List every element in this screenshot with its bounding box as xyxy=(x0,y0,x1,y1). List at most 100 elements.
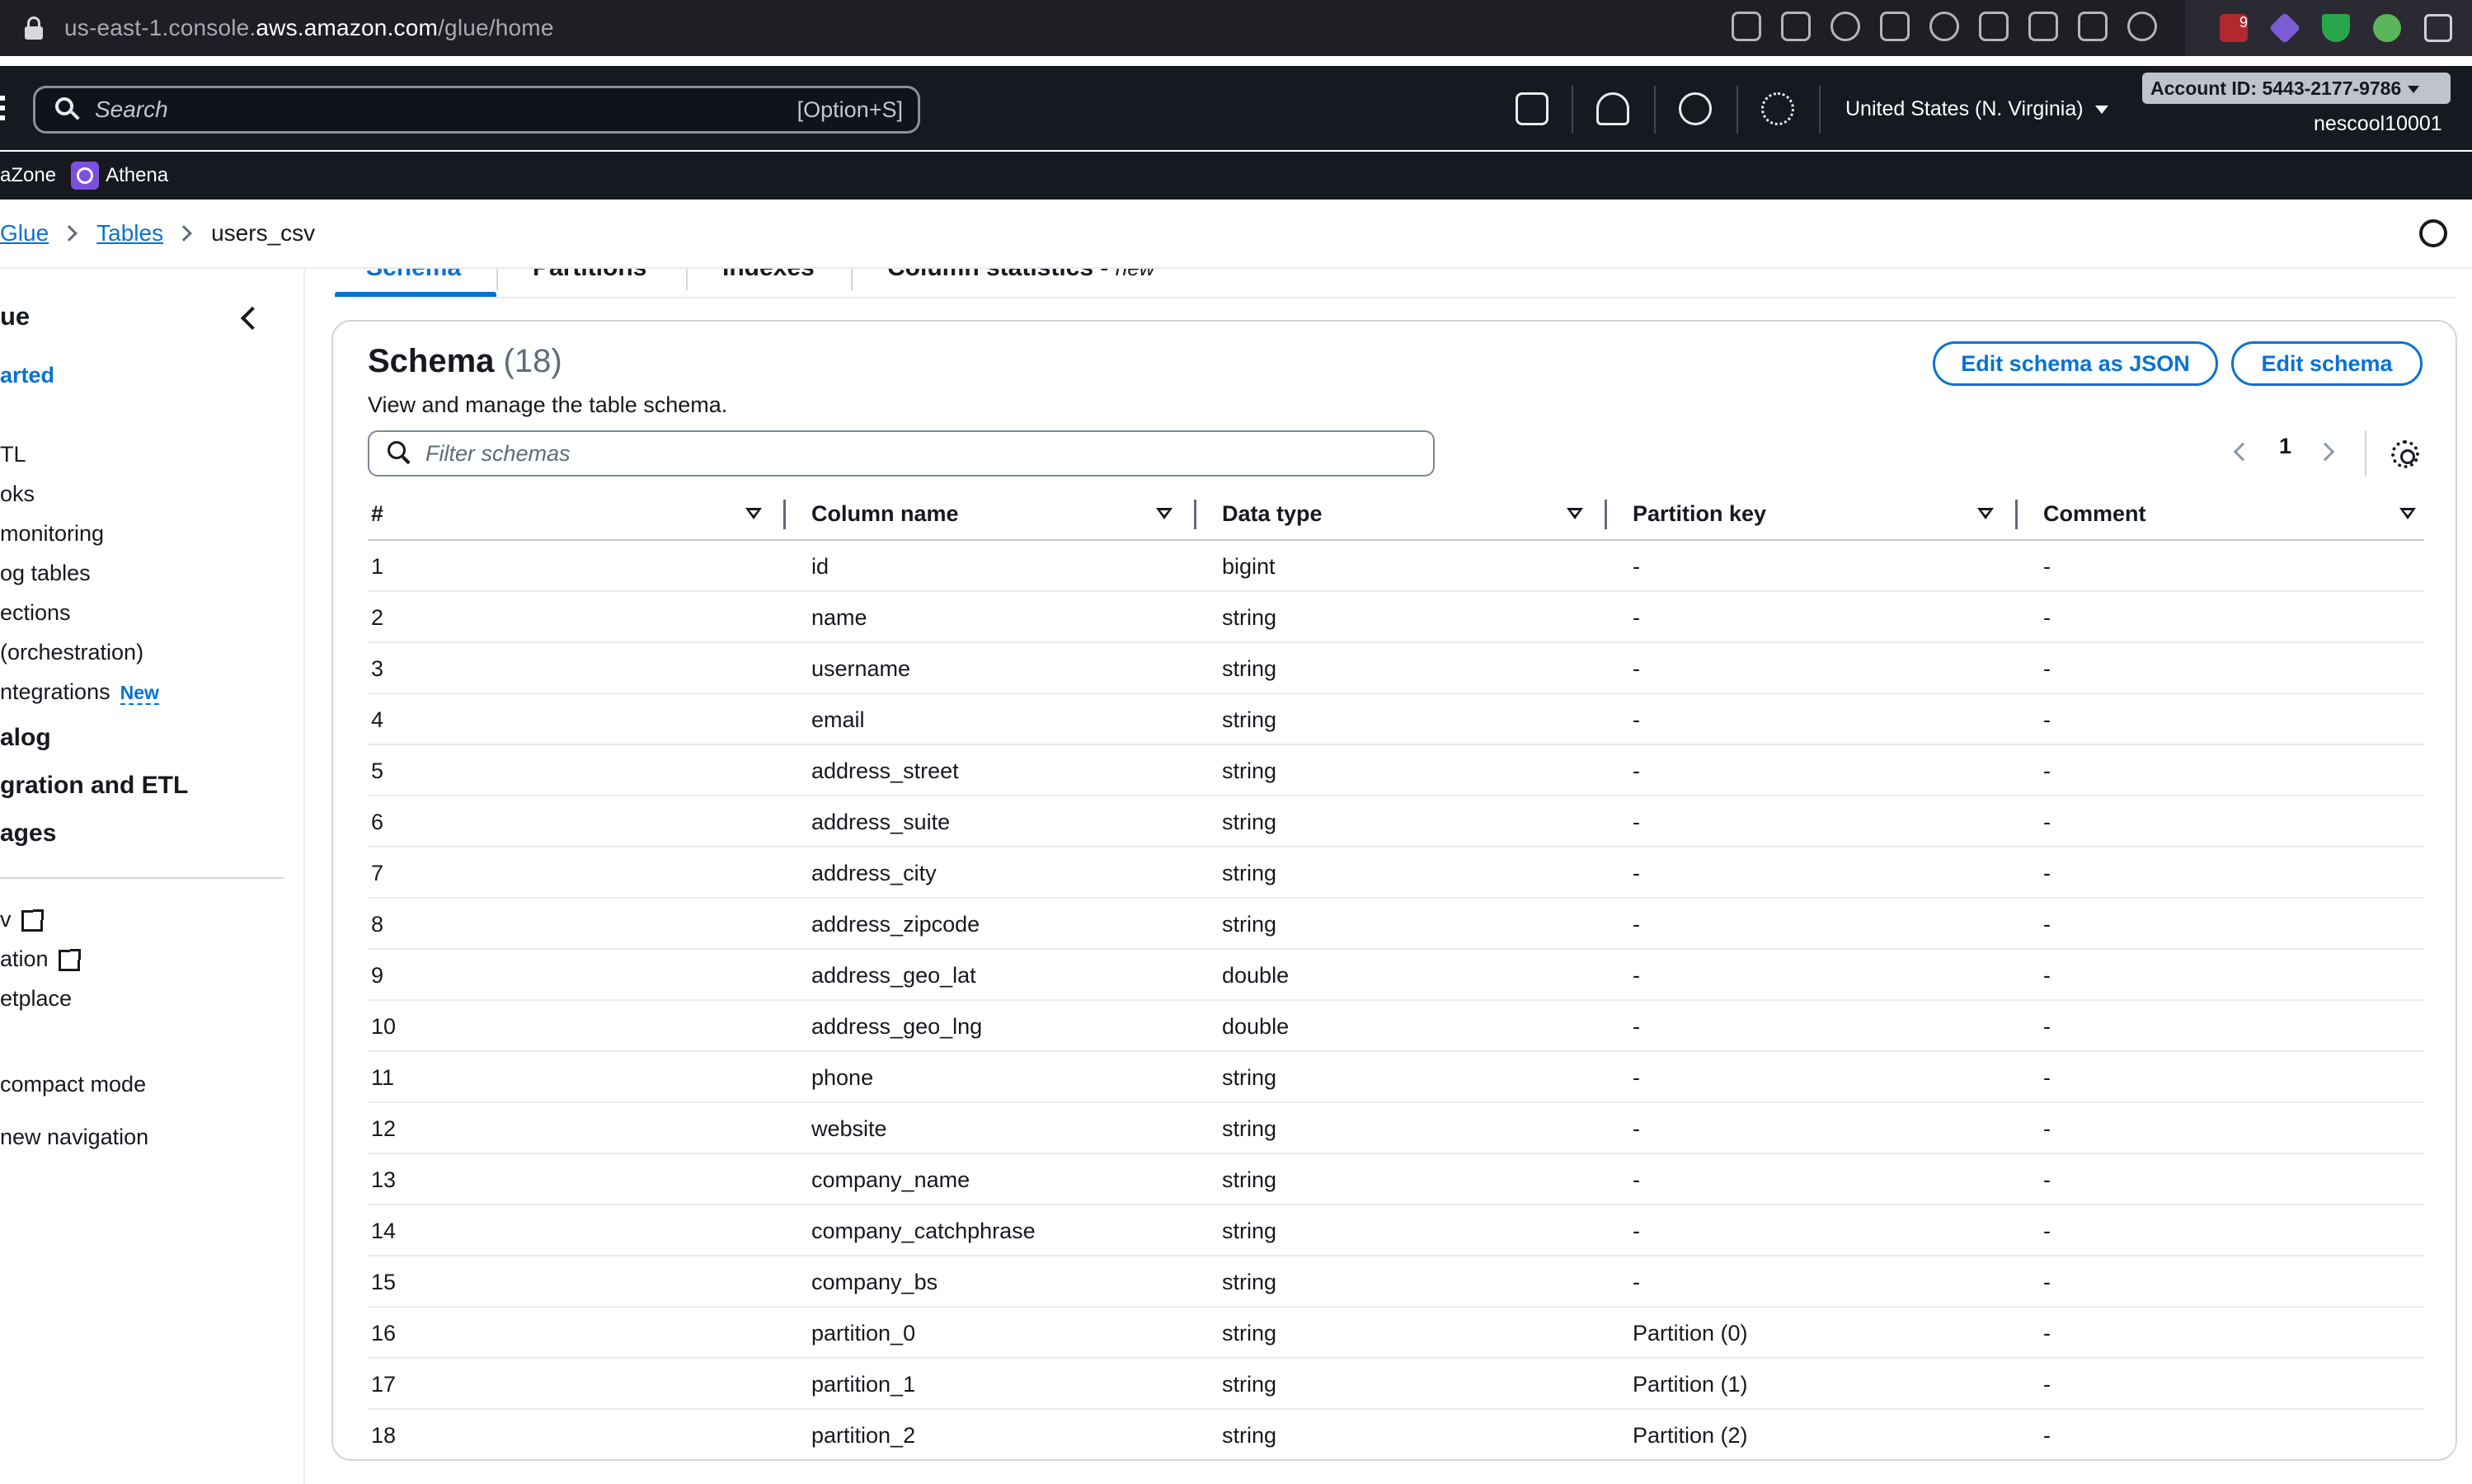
help-icon[interactable] xyxy=(1679,92,1712,125)
sidebar-link-documentation[interactable]: ation xyxy=(0,946,81,972)
column-header-partition-key[interactable]: Partition key xyxy=(1633,501,1766,527)
sidebar-item-connections[interactable]: ections xyxy=(0,600,71,626)
cell-number: 4 xyxy=(371,707,384,732)
active-tab-indicator xyxy=(335,292,496,297)
sidebar-item-notebooks[interactable]: oks xyxy=(0,481,35,507)
column-resizer[interactable] xyxy=(1194,500,1196,529)
extension-check-icon[interactable] xyxy=(2373,14,2401,42)
toggle-icon[interactable] xyxy=(2028,12,2058,41)
extensions-puzzle-icon[interactable] xyxy=(2424,14,2452,42)
sidebar-section-integration[interactable]: gration and ETL xyxy=(0,772,188,800)
breadcrumb-tables[interactable]: Tables xyxy=(96,220,163,247)
sidebar-item-monitoring[interactable]: monitoring xyxy=(0,521,104,547)
sidebar-item-getting-started[interactable]: arted xyxy=(0,363,54,388)
block-icon[interactable] xyxy=(1831,12,1860,41)
cell-comment: - xyxy=(2043,605,2051,630)
cell-comment: - xyxy=(2043,1321,2051,1345)
sidebar-item-etl[interactable]: TL xyxy=(0,442,26,467)
cell-column-name: name xyxy=(811,605,867,630)
sidebar-item-orchestration[interactable]: (orchestration) xyxy=(0,640,143,665)
sort-icon[interactable] xyxy=(745,508,762,519)
cell-data-type: double xyxy=(1222,1014,1290,1039)
sidebar-link-whats-new[interactable]: v xyxy=(0,907,44,932)
sidebar-toggle-new-navigation[interactable]: new navigation xyxy=(0,1125,148,1150)
heart-icon[interactable] xyxy=(1929,12,1959,41)
tab-partitions[interactable]: Partitions xyxy=(533,269,646,282)
extension-ublock-icon[interactable]: 9 xyxy=(2220,14,2248,42)
sort-icon[interactable] xyxy=(1977,508,1994,519)
cell-column-name: phone xyxy=(811,1065,874,1090)
table-header: # Column name Data type Partition key Co… xyxy=(368,490,2424,541)
favorite-datazone[interactable]: aZone xyxy=(0,164,56,187)
column-resizer[interactable] xyxy=(783,500,786,529)
edit-schema-button[interactable]: Edit schema xyxy=(2231,341,2423,386)
username[interactable]: nescool10001 xyxy=(2314,112,2442,136)
schema-description: View and manage the table schema. xyxy=(368,392,728,417)
address-bar[interactable]: us-east-1.console.aws.amazon.com/glue/ho… xyxy=(0,0,2185,56)
edit-schema-json-button[interactable]: Edit schema as JSON xyxy=(1933,341,2218,386)
table-preferences-gear-icon[interactable] xyxy=(2391,440,2419,468)
cell-number: 15 xyxy=(371,1270,397,1294)
cell-column-name: address_zipcode xyxy=(811,912,980,937)
cloudshell-icon[interactable] xyxy=(1516,92,1549,125)
cell-data-type: string xyxy=(1222,1116,1277,1141)
sort-icon[interactable] xyxy=(2399,508,2416,519)
region-selector[interactable]: United States (N. Virginia) xyxy=(1845,97,2108,121)
column-header-name[interactable]: Column name xyxy=(811,501,959,527)
edit-page-icon[interactable] xyxy=(1732,12,1761,41)
cell-comment: - xyxy=(2043,810,2051,834)
sidebar-item-catalog-tables[interactable]: og tables xyxy=(0,561,91,586)
services-menu-icon[interactable] xyxy=(0,96,5,124)
breadcrumb-current: users_csv xyxy=(211,220,316,246)
play-icon[interactable] xyxy=(1880,12,1910,41)
screenshot-icon[interactable] xyxy=(1781,12,1811,41)
cell-partition-key: - xyxy=(1633,1065,1640,1090)
tab-schema[interactable]: Schema xyxy=(366,269,461,282)
page-number[interactable]: 1 xyxy=(2279,434,2291,459)
extension-diamond-icon[interactable] xyxy=(2268,12,2301,45)
notifications-bell-icon[interactable] xyxy=(1596,92,1629,125)
column-resizer[interactable] xyxy=(2015,500,2018,529)
menu-icon[interactable] xyxy=(2078,12,2108,41)
sort-icon[interactable] xyxy=(1156,508,1173,519)
cell-partition-key: - xyxy=(1633,912,1640,937)
breadcrumb-glue[interactable]: Glue xyxy=(0,220,49,247)
info-panel-icon[interactable] xyxy=(2419,219,2447,247)
table-row: 17 partition_1 string Partition (1) - xyxy=(368,1359,2424,1410)
sidebar-section-catalog[interactable]: alog xyxy=(0,724,51,752)
cell-number: 18 xyxy=(371,1423,397,1448)
account-id-menu[interactable]: Account ID: 5443-2177-9786 xyxy=(2142,73,2451,104)
filter-schemas-input[interactable]: Filter schemas xyxy=(368,430,1435,477)
account-icon[interactable] xyxy=(2127,12,2157,41)
extension-shield-icon[interactable] xyxy=(2322,14,2350,42)
column-resizer[interactable] xyxy=(1605,500,1607,529)
sidebar-toggle-compact-mode[interactable]: compact mode xyxy=(0,1072,146,1097)
column-header-number[interactable]: # xyxy=(371,501,383,527)
collapse-sidebar-icon[interactable] xyxy=(240,306,265,331)
sidebar-link-marketplace[interactable]: etplace xyxy=(0,986,72,1012)
tab-indexes[interactable]: Indexes xyxy=(722,269,815,282)
column-header-comment[interactable]: Comment xyxy=(2043,501,2146,527)
column-header-data-type[interactable]: Data type xyxy=(1222,501,1323,527)
previous-page-icon[interactable] xyxy=(2233,442,2253,462)
url-text[interactable]: us-east-1.console.aws.amazon.com/glue/ho… xyxy=(64,15,554,41)
cell-number: 1 xyxy=(371,554,384,579)
sidebar-title: ue xyxy=(0,302,31,331)
search-shortcut: [Option+S] xyxy=(797,96,903,122)
cell-number: 17 xyxy=(371,1372,397,1397)
tab-column-statistics[interactable]: Column statistics - new xyxy=(887,269,1154,282)
cell-data-type: string xyxy=(1222,656,1277,681)
table-row: 6 address_suite string - - xyxy=(368,796,2424,848)
download-icon[interactable] xyxy=(1979,12,2009,41)
chevron-right-icon xyxy=(176,225,192,242)
search-icon xyxy=(388,441,412,466)
schema-title: Schema (18) xyxy=(368,343,562,379)
settings-gear-icon[interactable] xyxy=(1761,92,1794,125)
search-input[interactable]: Search [Option+S] xyxy=(33,86,920,134)
favorite-athena[interactable]: Athena xyxy=(106,164,168,187)
cell-data-type: string xyxy=(1222,605,1277,630)
sort-icon[interactable] xyxy=(1567,508,1583,519)
sidebar-item-integrations[interactable]: ntegrations New xyxy=(0,679,159,705)
sidebar-section-pages[interactable]: ages xyxy=(0,819,56,848)
next-page-icon[interactable] xyxy=(2315,442,2335,462)
